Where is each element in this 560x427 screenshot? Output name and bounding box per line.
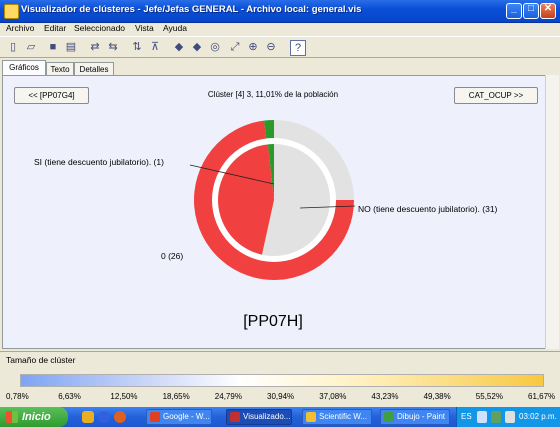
clock: 03:02 p.m. bbox=[519, 412, 557, 421]
size-tick-label: 0,78% bbox=[6, 392, 29, 401]
start-label: Inicio bbox=[22, 411, 51, 423]
menu-editar[interactable]: Editar bbox=[44, 23, 66, 33]
zoom-out-icon[interactable]: ⊖ bbox=[264, 40, 278, 54]
chart-panel: << [PP07G4] Clúster [4] 3, 11,01% de la … bbox=[2, 75, 558, 349]
tab-detalles[interactable]: Detalles bbox=[74, 62, 114, 75]
task-paint[interactable]: Dibujo - Paint bbox=[380, 409, 450, 425]
cluster-size-bar: Tamaño de clúster 0,78% 6,63% 12,50% 18,65%… bbox=[0, 351, 560, 408]
quicklaunch-folder-icon[interactable] bbox=[82, 411, 94, 423]
open-icon[interactable]: ▱ bbox=[24, 40, 38, 54]
print-icon[interactable]: ▤ bbox=[64, 40, 78, 54]
task-visualizador[interactable]: Visualizado... bbox=[226, 409, 292, 425]
scientific-icon bbox=[306, 412, 316, 422]
menu-archivo[interactable]: Archivo bbox=[6, 23, 34, 33]
size-tick-label: 18,65% bbox=[162, 392, 190, 401]
quicklaunch-ie-icon[interactable] bbox=[98, 411, 110, 423]
size-tick-label: 49,38% bbox=[423, 392, 451, 401]
close-button[interactable]: ✕ bbox=[540, 3, 556, 19]
windows-logo-icon bbox=[6, 411, 18, 423]
size-tick-label: 12,50% bbox=[110, 392, 138, 401]
title-bar: Visualizador de clústeres - Jefe/Jefas G… bbox=[0, 0, 560, 23]
task-google[interactable]: Google - W... bbox=[146, 409, 212, 425]
size-tick-label: 30,94% bbox=[267, 392, 295, 401]
size-tick-label: 24,79% bbox=[214, 392, 242, 401]
new-icon[interactable]: ▯ bbox=[6, 40, 20, 54]
tab-strip: Gráficos Texto Detalles bbox=[0, 60, 560, 76]
pointer-icon[interactable]: ⤢ bbox=[228, 40, 242, 54]
language-indicator[interactable]: ES bbox=[461, 412, 472, 421]
taskbar: Inicio Google - W... Visualizado... Scie… bbox=[0, 407, 560, 427]
label-si: SI (tiene descuento jubilatorio). (1) bbox=[34, 157, 164, 167]
network-icon[interactable] bbox=[477, 411, 487, 423]
volume-icon[interactable] bbox=[505, 411, 515, 423]
size-tick-label: 61,67% bbox=[528, 392, 556, 401]
forward-icon[interactable]: ⇆ bbox=[106, 40, 120, 54]
task-scientific[interactable]: Scientific W... bbox=[302, 409, 372, 425]
visualizador-icon bbox=[230, 412, 240, 422]
size-tick-label: 55,52% bbox=[475, 392, 503, 401]
toolbar: ▯ ▱ ■ ▤ ⇄ ⇆ ⇅ ⊼ ◆ ◆ ◎ ⤢ ⊕ ⊖ ? bbox=[0, 36, 560, 58]
minimize-icon: _ bbox=[511, 3, 517, 14]
cluster-size-gradient bbox=[20, 374, 544, 387]
zoom-in-icon[interactable]: ⊕ bbox=[246, 40, 260, 54]
cluster-size-label: Tamaño de clúster bbox=[6, 355, 76, 365]
tab-texto[interactable]: Texto bbox=[46, 62, 74, 75]
maximize-icon: □ bbox=[527, 3, 535, 14]
tab-graficos[interactable]: Gráficos bbox=[2, 60, 46, 76]
quicklaunch-firefox-icon[interactable] bbox=[114, 411, 126, 423]
label-no: NO (tiene descuento jubilatorio). (31) bbox=[358, 204, 498, 214]
size-tick-label: 37,08% bbox=[319, 392, 347, 401]
sort-icon[interactable]: ⇅ bbox=[130, 40, 144, 54]
size-tick-label: 43,23% bbox=[371, 392, 399, 401]
minimize-button[interactable]: _ bbox=[506, 3, 522, 19]
menu-bar: Archivo Editar Seleccionado Vista Ayuda bbox=[0, 22, 560, 36]
binoculars-icon[interactable]: ◎ bbox=[208, 40, 222, 54]
filter-icon[interactable]: ⊼ bbox=[148, 40, 162, 54]
vertical-scrollbar[interactable] bbox=[545, 75, 559, 349]
size-tick-label: 6,63% bbox=[58, 392, 81, 401]
window-title: Visualizador de clústeres - Jefe/Jefas G… bbox=[21, 4, 362, 15]
field-name: [PP07H] bbox=[243, 313, 303, 330]
app-icon bbox=[4, 4, 19, 19]
inner-pie bbox=[218, 144, 331, 256]
menu-ayuda[interactable]: Ayuda bbox=[163, 23, 187, 33]
menu-seleccionado[interactable]: Seleccionado bbox=[74, 23, 125, 33]
help-icon[interactable]: ? bbox=[290, 40, 306, 56]
maximize-button[interactable]: □ bbox=[523, 3, 539, 19]
label-zero: 0 (26) bbox=[161, 251, 184, 261]
back-icon[interactable]: ⇄ bbox=[88, 40, 102, 54]
save-icon[interactable]: ■ bbox=[46, 40, 60, 54]
paint-icon bbox=[384, 412, 394, 422]
menu-vista[interactable]: Vista bbox=[135, 23, 154, 33]
firefox-icon bbox=[150, 412, 160, 422]
system-tray: ES 03:02 p.m. bbox=[456, 407, 560, 427]
antivirus-icon[interactable] bbox=[491, 411, 501, 423]
start-button[interactable]: Inicio bbox=[0, 407, 68, 427]
arrow-left-icon[interactable]: ◆ bbox=[172, 40, 186, 54]
close-icon: ✕ bbox=[543, 3, 553, 14]
arrow-right-icon[interactable]: ◆ bbox=[190, 40, 204, 54]
